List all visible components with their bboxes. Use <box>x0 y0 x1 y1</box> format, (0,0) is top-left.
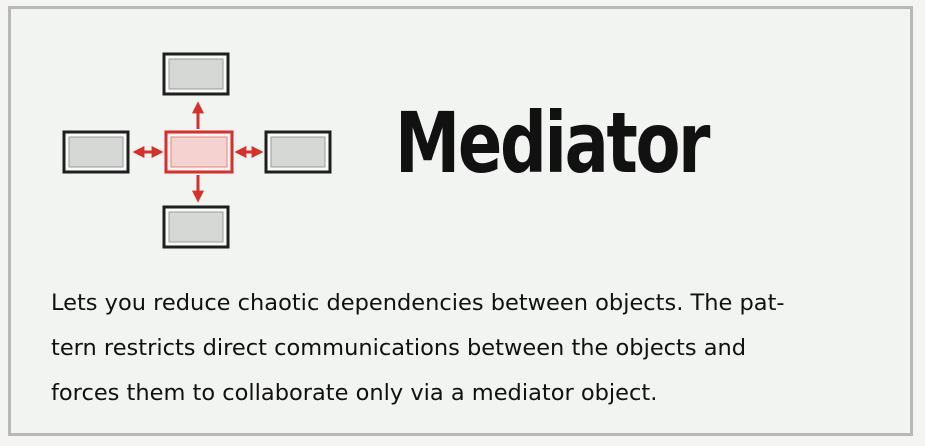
pattern-card: Mediator Lets you reduce chaotic depende… <box>8 6 913 436</box>
colleague-box-bottom <box>162 205 230 249</box>
pattern-description: Lets you reduce chaotic dependencies bet… <box>51 281 901 416</box>
description-line: forces them to collaborate only via a me… <box>51 380 658 406</box>
description-line: tern restricts direct communications bet… <box>51 335 747 361</box>
colleague-box-left <box>62 130 130 174</box>
colleague-box-right <box>264 130 332 174</box>
colleague-box-top <box>162 52 230 96</box>
mediator-diagram-icon <box>62 52 332 249</box>
pattern-title: Mediator <box>395 94 710 192</box>
description-line: Lets you reduce chaotic dependencies bet… <box>51 290 785 316</box>
mediator-box <box>164 130 234 174</box>
